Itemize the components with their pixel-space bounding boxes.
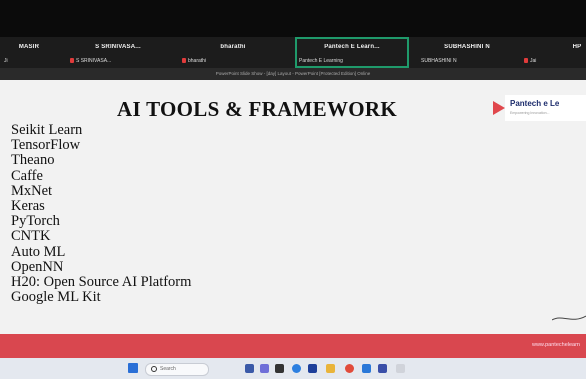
arrow-icon xyxy=(493,101,505,115)
photos-icon[interactable] xyxy=(378,364,387,373)
presentation-slide: AI TOOLS & FRAMEWORK Pantech e Le Empowe… xyxy=(0,80,586,338)
store-icon[interactable] xyxy=(308,364,317,373)
chrome-icon[interactable] xyxy=(345,364,354,373)
framework-list: Seikit Learn TensorFlow Theano Caffe MxN… xyxy=(11,122,192,306)
participant-strip: MASIR Ji S SRINIVASA... S SRINIVASA... b… xyxy=(0,37,586,68)
taskbar: Search xyxy=(0,358,586,379)
list-item: Google ML Kit xyxy=(11,289,101,306)
brand-tagline: Empowering Innovation... xyxy=(510,111,550,115)
list-item: MxNet xyxy=(11,182,53,199)
participant-name: HP xyxy=(572,44,582,50)
brand-logo: Pantech e Le Empowering Innovation... xyxy=(505,95,586,121)
list-item: Caffe xyxy=(11,167,43,184)
mic-muted-icon xyxy=(182,58,186,64)
participant-sub: Jai xyxy=(530,58,537,64)
mic-muted-icon xyxy=(524,58,528,64)
participant-sub: SUBHASHINI N xyxy=(421,58,457,64)
participant-tile[interactable]: HP xyxy=(568,37,586,68)
participant-tile[interactable]: bharathi bharathi xyxy=(178,37,288,68)
mic-muted-icon xyxy=(70,58,74,64)
participant-tile[interactable]: S SRINIVASA... S SRINIVASA... xyxy=(66,37,170,68)
list-item: Seikit Learn xyxy=(11,122,83,138)
list-item: Keras xyxy=(11,198,45,215)
participant-tile[interactable]: Jai xyxy=(520,37,566,68)
participant-name: bharathi xyxy=(220,44,246,50)
list-item: OpenNN xyxy=(11,258,64,275)
slide-title: AI TOOLS & FRAMEWORK xyxy=(117,97,398,121)
brand-name: Pantech e Le xyxy=(510,99,560,108)
participant-tile[interactable]: MASIR Ji xyxy=(0,37,58,68)
edge-icon[interactable] xyxy=(292,364,301,373)
participant-name: Pantech E Learn... xyxy=(324,44,380,50)
list-item: CNTK xyxy=(11,228,51,245)
mail-icon[interactable] xyxy=(362,364,371,373)
screen-share-notice: PowerPoint Slide Show - [day] Layout - P… xyxy=(0,68,586,80)
list-item: H20: Open Source AI Platform xyxy=(11,274,192,291)
participant-name: S SRINIVASA... xyxy=(95,44,141,50)
teams-icon[interactable] xyxy=(260,364,269,373)
widgets-icon[interactable] xyxy=(245,364,254,373)
participant-sub: Pantech E Learning xyxy=(299,58,343,64)
slide-footer-bar: www.pantechelearn xyxy=(0,334,586,358)
file-explorer-icon[interactable] xyxy=(326,364,335,373)
participant-sub: Ji xyxy=(4,58,8,64)
search-placeholder: Search xyxy=(160,366,176,372)
taskbar-search[interactable]: Search xyxy=(145,363,209,376)
meeting-top-bar xyxy=(0,0,586,37)
participant-sub: bharathi xyxy=(188,58,207,64)
list-item: Auto ML xyxy=(11,243,66,260)
settings-icon[interactable] xyxy=(396,364,405,373)
list-item: PyTorch xyxy=(11,213,60,230)
terminal-icon[interactable] xyxy=(275,364,284,373)
decorative-curve-icon xyxy=(552,315,586,321)
participant-tile[interactable]: SUBHASHINI N SUBHASHINI N xyxy=(417,37,517,68)
participant-name: SUBHASHINI N xyxy=(444,44,490,50)
list-item: TensorFlow xyxy=(11,137,81,154)
search-icon xyxy=(151,366,157,372)
participant-sub: S SRINIVASA... xyxy=(76,58,112,64)
participant-tile-active-speaker[interactable]: Pantech E Learn... Pantech E Learning xyxy=(295,37,409,68)
footer-url: www.pantechelearn xyxy=(531,342,580,348)
participant-name: MASIR xyxy=(18,44,40,50)
list-item: Theano xyxy=(11,152,55,169)
windows-icon[interactable] xyxy=(128,363,138,373)
